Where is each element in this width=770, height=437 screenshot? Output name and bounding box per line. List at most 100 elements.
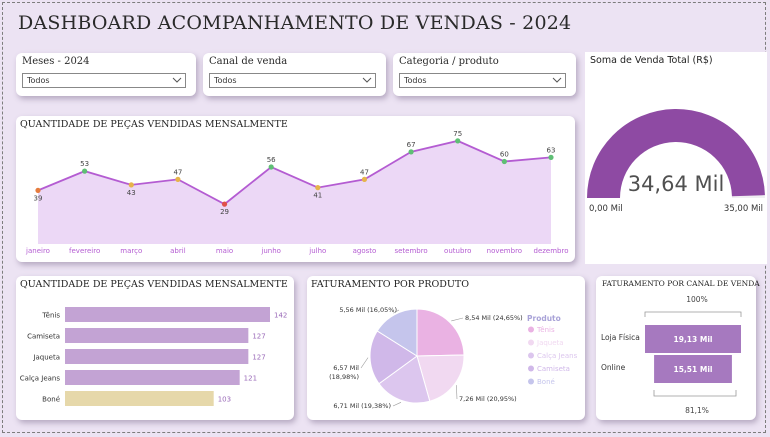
line-chart-x-tick: janeiro bbox=[25, 247, 50, 255]
line-chart-data-label: 75 bbox=[453, 130, 462, 138]
line-chart-data-label: 56 bbox=[267, 156, 276, 164]
pie-legend-swatch bbox=[528, 352, 534, 359]
slicer-months[interactable]: Meses - 2024 Todos bbox=[16, 53, 196, 96]
slicer-channel-label: Canal de venda bbox=[209, 56, 288, 67]
channel-top-bracket bbox=[644, 311, 742, 317]
pie-legend-item[interactable]: Calça Jeans bbox=[537, 352, 578, 360]
line-chart-point[interactable] bbox=[361, 176, 368, 182]
line-chart-point[interactable] bbox=[408, 149, 414, 155]
pie-data-label: 6,57 Mil bbox=[333, 364, 359, 372]
pie-legend-swatch bbox=[528, 365, 534, 372]
pie-legend-item[interactable]: Tênis bbox=[536, 326, 555, 334]
line-chart-point[interactable] bbox=[35, 187, 41, 193]
line-chart-x-tick: maio bbox=[216, 247, 233, 255]
product-pieces-bar-chart: Tênis 142 Camiseta 127 Jaqueta 127 Calça Jeans… bbox=[20, 307, 287, 406]
line-chart-x-tick: setembro bbox=[394, 247, 427, 255]
bar-chart-bar[interactable] bbox=[65, 307, 270, 322]
line-chart-area bbox=[38, 140, 551, 244]
pie-legend-item[interactable]: Jaqueta bbox=[536, 339, 564, 347]
line-chart-data-label: 53 bbox=[80, 160, 89, 168]
pie-leader-line bbox=[456, 385, 458, 400]
channel-bottom-percent: 81,1% bbox=[685, 406, 709, 415]
channel-card: FATURAMENTO POR CANAL DE VENDA 100% Loja … bbox=[596, 276, 760, 420]
line-chart-x-tick: julho bbox=[308, 247, 326, 255]
slicer-channel-value: Todos bbox=[214, 76, 237, 85]
line-chart-data-label: 39 bbox=[34, 194, 43, 202]
line-chart-point[interactable] bbox=[548, 154, 554, 160]
pie-chart-card: FATURAMENTO POR PRODUTO 8,54 Mil (24,65%… bbox=[307, 276, 585, 420]
line-chart-point[interactable] bbox=[221, 201, 228, 207]
channel-bottom-bracket bbox=[653, 390, 737, 397]
line-chart-point[interactable] bbox=[455, 138, 461, 144]
pie-legend-swatch bbox=[528, 378, 534, 385]
bar-chart-value-label: 142 bbox=[274, 312, 287, 320]
pie-data-label: 8,54 Mil (24,65%) bbox=[465, 314, 523, 322]
slicer-months-value: Todos bbox=[27, 76, 50, 85]
line-chart-x-tick: março bbox=[120, 247, 142, 255]
bar-chart-bar[interactable] bbox=[65, 328, 249, 343]
pie-data-label: 5,56 Mil (16,05%) bbox=[339, 306, 397, 314]
line-chart-x-tick: abril bbox=[170, 247, 186, 255]
bar-chart-value-label: 103 bbox=[218, 396, 231, 404]
bar-chart-value-label: 121 bbox=[244, 375, 257, 383]
pie-legend-swatch bbox=[528, 339, 534, 346]
bar-chart-category-label: Boné bbox=[42, 396, 60, 404]
line-chart-x-tick: junho bbox=[260, 247, 281, 255]
slicer-channel-dropdown[interactable]: Todos bbox=[209, 73, 376, 88]
line-chart-card: QUANTIDADE DE PEÇAS VENDIDAS MENSALMENTE… bbox=[16, 116, 575, 262]
slicer-category-dropdown[interactable]: Todos bbox=[399, 73, 566, 88]
slicer-months-dropdown[interactable]: Todos bbox=[22, 73, 186, 88]
pie-leader-line bbox=[451, 317, 464, 322]
slicer-channel[interactable]: Canal de venda Todos bbox=[203, 53, 386, 96]
pie-legend-item[interactable]: Boné bbox=[537, 378, 555, 386]
line-chart-point[interactable] bbox=[82, 168, 88, 174]
pie-data-label: 7,26 Mil (20,95%) bbox=[459, 395, 517, 403]
line-chart-point[interactable] bbox=[175, 176, 181, 182]
bar-chart-bar[interactable] bbox=[65, 370, 240, 385]
line-chart-point[interactable] bbox=[268, 164, 274, 170]
line-chart-point[interactable] bbox=[501, 158, 507, 165]
slicer-category-value: Todos bbox=[404, 76, 427, 85]
line-chart-data-label: 43 bbox=[127, 189, 136, 197]
slicer-category-label: Categoria / produto bbox=[399, 56, 499, 67]
line-chart-data-label: 47 bbox=[173, 168, 182, 176]
bar-chart-bar[interactable] bbox=[65, 391, 214, 406]
revenue-by-channel-chart: 100% Loja Física 19,13 Mil Online 15,51 Mil 8… bbox=[601, 295, 742, 415]
pie-data-label: 6,71 Mil (19,38%) bbox=[333, 402, 391, 410]
pie-legend-item[interactable]: Camiseta bbox=[537, 365, 570, 373]
line-chart-data-label: 60 bbox=[500, 151, 509, 159]
channel-category-label: Loja Física bbox=[601, 333, 640, 342]
line-chart-x-tick: novembro bbox=[487, 247, 522, 255]
line-chart-data-label: 29 bbox=[220, 208, 229, 216]
line-chart-x-tick: dezembro bbox=[534, 247, 569, 255]
page-title: DASHBOARD ACOMPANHAMENTO DE VENDAS - 202… bbox=[18, 12, 572, 34]
line-chart-point[interactable] bbox=[315, 185, 321, 191]
pie-legend-swatch bbox=[528, 326, 534, 333]
channel-value-label: 19,13 Mil bbox=[674, 335, 713, 344]
chevron-down-icon bbox=[552, 77, 562, 83]
pie-slice[interactable] bbox=[416, 308, 465, 357]
kpi-gauge: 34,64 Mil 0,00 Mil 35,00 Mil bbox=[587, 109, 765, 214]
kpi-value: 34,64 Mil bbox=[628, 172, 725, 196]
channel-value-label: 15,51 Mil bbox=[674, 365, 713, 374]
bar-chart-bar[interactable] bbox=[65, 349, 249, 364]
line-chart-point[interactable] bbox=[128, 182, 134, 188]
line-chart-data-label: 67 bbox=[407, 141, 416, 149]
bar-chart-value-label: 127 bbox=[252, 333, 265, 341]
bar-chart-value-label: 127 bbox=[252, 354, 265, 362]
bar-chart-category-label: Jaqueta bbox=[32, 354, 60, 362]
line-chart-x-tick: outubro bbox=[444, 247, 471, 255]
line-chart-x-tick: fevereiro bbox=[69, 247, 100, 255]
bar-chart-card: QUANTIDADE DE PEÇAS VENDIDAS MENSALMENTE… bbox=[16, 276, 294, 420]
chevron-down-icon bbox=[362, 77, 372, 83]
line-chart-data-label: 63 bbox=[547, 146, 556, 154]
slicer-category[interactable]: Categoria / produto Todos bbox=[393, 53, 576, 96]
pie-leader-line bbox=[392, 402, 402, 407]
pie-leader-line bbox=[360, 357, 369, 369]
kpi-max-label: 35,00 Mil bbox=[724, 204, 763, 214]
bar-chart-category-label: Tênis bbox=[41, 312, 60, 320]
monthly-pieces-line-chart: 39 janeiro 53 fevereiro 43 março 47 abril 29 maio… bbox=[25, 130, 569, 255]
line-chart-data-label: 41 bbox=[313, 192, 322, 200]
channel-category-label: Online bbox=[601, 363, 626, 372]
chevron-down-icon bbox=[172, 77, 182, 83]
